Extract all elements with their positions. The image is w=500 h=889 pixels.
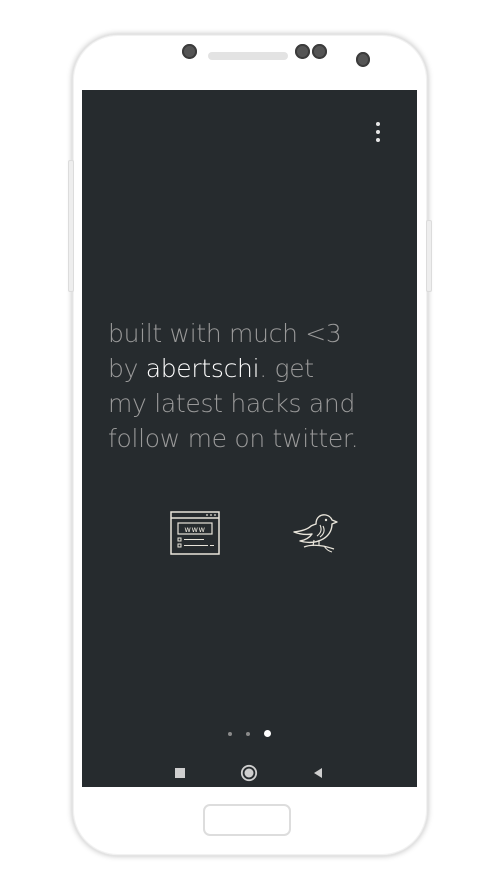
- menu-dot: [376, 122, 380, 126]
- message-line-1: built with much <3: [108, 319, 342, 348]
- page-dot-3-active[interactable]: [264, 730, 271, 737]
- sensor-right: [312, 44, 327, 59]
- android-nav-bar: [82, 760, 417, 786]
- about-message: built with much <3 by abertschi. get my …: [108, 316, 398, 456]
- recents-square-icon: [175, 768, 185, 778]
- front-camera-right: [356, 52, 370, 67]
- app-screen: built with much <3 by abertschi. get my …: [82, 90, 417, 787]
- back-button[interactable]: [305, 760, 331, 786]
- message-line-2-prefix: by: [108, 354, 146, 383]
- earpiece-speaker: [208, 52, 288, 60]
- home-button[interactable]: [236, 760, 262, 786]
- message-line-2-suffix: . get: [259, 354, 314, 383]
- website-icon: www: [170, 511, 220, 555]
- phone-side-button-left: [68, 160, 74, 292]
- message-line-2: by abertschi. get: [108, 351, 398, 386]
- phone-side-button-right: [426, 220, 432, 292]
- twitter-bird-icon: [293, 514, 338, 553]
- twitter-button[interactable]: [290, 510, 340, 556]
- author-handle-link[interactable]: abertschi: [146, 354, 260, 383]
- more-vert-icon[interactable]: [373, 122, 383, 142]
- message-line-4: follow me on twitter.: [108, 424, 359, 453]
- recents-button[interactable]: [167, 760, 193, 786]
- front-camera-left: [182, 44, 197, 59]
- back-triangle-icon: [314, 768, 322, 778]
- page-dot-1[interactable]: [228, 731, 232, 736]
- message-line-3: my latest hacks and: [108, 389, 356, 418]
- website-icon-label: www: [184, 525, 205, 534]
- sensor-left: [295, 44, 310, 59]
- menu-dot: [376, 138, 380, 142]
- physical-home-button[interactable]: [203, 804, 291, 836]
- menu-dot: [376, 130, 380, 134]
- website-button[interactable]: www: [170, 511, 220, 555]
- home-circle-icon: [240, 764, 258, 782]
- page-dot-2[interactable]: [246, 731, 250, 736]
- page-indicator: [82, 730, 417, 737]
